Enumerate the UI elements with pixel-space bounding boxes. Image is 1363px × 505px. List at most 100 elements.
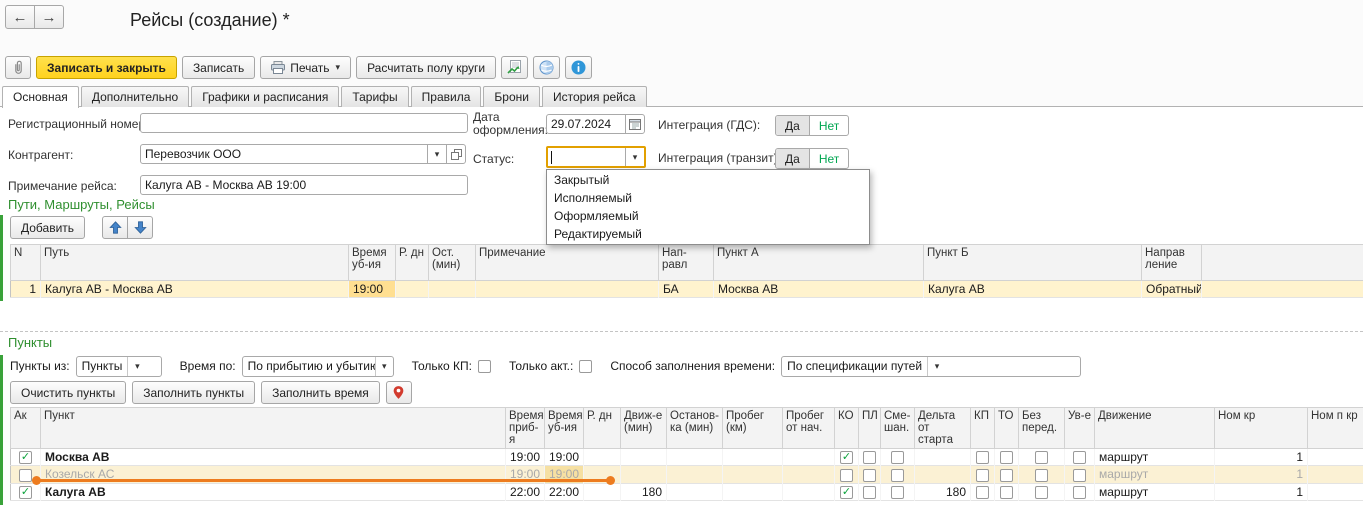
- tab-rules[interactable]: Правила: [411, 86, 482, 107]
- fill-points-button[interactable]: Заполнить пункты: [132, 381, 255, 404]
- cell-movement[interactable]: маршрут: [1095, 466, 1215, 483]
- transit-yes-button[interactable]: Да: [776, 149, 810, 168]
- cell-direction[interactable]: Обратный: [1142, 281, 1202, 298]
- back-button[interactable]: ←: [5, 5, 35, 29]
- cell-path[interactable]: Калуга АВ - Москва АВ: [41, 281, 349, 298]
- uve-checkbox[interactable]: ✓: [1073, 486, 1086, 499]
- tab-schedules[interactable]: Графики и расписания: [191, 86, 339, 107]
- status-combobox[interactable]: ▾: [546, 146, 646, 168]
- cell-point-b[interactable]: Калуга АВ: [924, 281, 1142, 298]
- cell-arrival[interactable]: 19:00: [506, 449, 545, 466]
- uve-checkbox[interactable]: ✓: [1073, 451, 1086, 464]
- map-pin-button[interactable]: [386, 381, 412, 404]
- points-table-row-moskva[interactable]: ✓ Москва АВ 19:00 19:00 ✓ ✓ ✓ ✓ ✓ ✓ ✓ ма…: [11, 449, 1363, 466]
- add-row-button[interactable]: Добавить: [10, 216, 85, 239]
- ko-checkbox[interactable]: ✓: [840, 486, 853, 499]
- cell-departure[interactable]: 19:00: [545, 449, 584, 466]
- cell-delta[interactable]: 180: [915, 483, 971, 500]
- status-option-editing[interactable]: Редактируемый: [547, 225, 869, 243]
- fill-time-button[interactable]: Заполнить время: [261, 381, 380, 404]
- cell-nom-p-kr[interactable]: [1308, 483, 1363, 500]
- print-button[interactable]: Печать ▾: [260, 56, 351, 79]
- gds-no-button[interactable]: Нет: [810, 116, 848, 135]
- pl-checkbox[interactable]: ✓: [863, 469, 876, 482]
- cell-napravl[interactable]: БА: [659, 281, 714, 298]
- info-button[interactable]: [565, 56, 592, 79]
- points-from-select[interactable]: Пункты ▾: [76, 356, 162, 377]
- smeshan-checkbox[interactable]: ✓: [891, 486, 904, 499]
- tab-tariffs[interactable]: Тарифы: [341, 86, 408, 107]
- contractor-dropdown-button[interactable]: ▾: [427, 144, 447, 164]
- tab-trip-history[interactable]: История рейса: [542, 86, 647, 107]
- tab-bookings[interactable]: Брони: [483, 86, 540, 107]
- cell-movement[interactable]: маршрут: [1095, 449, 1215, 466]
- cell-nom-p-kr[interactable]: [1308, 449, 1363, 466]
- transit-no-button[interactable]: Нет: [810, 149, 848, 168]
- save-button[interactable]: Записать: [182, 56, 255, 79]
- cell-nom-kr[interactable]: 1: [1215, 466, 1308, 483]
- to-checkbox[interactable]: ✓: [1000, 451, 1013, 464]
- to-checkbox[interactable]: ✓: [1000, 469, 1013, 482]
- cell-num[interactable]: 1: [11, 281, 41, 298]
- globe-button[interactable]: [533, 56, 560, 79]
- paths-table-row[interactable]: 1 Калуга АВ - Москва АВ 19:00 БА Москва …: [11, 281, 1363, 298]
- cell-delta[interactable]: [915, 466, 971, 483]
- cell-work-days[interactable]: [396, 281, 429, 298]
- status-option-drafting[interactable]: Оформляемый: [547, 207, 869, 225]
- cell-point-name[interactable]: Москва АВ: [41, 449, 506, 466]
- drag-indicator-line[interactable]: [35, 479, 612, 482]
- cell-dep-time[interactable]: 19:00: [349, 281, 396, 298]
- kp-checkbox[interactable]: ✓: [976, 469, 989, 482]
- status-dropdown-button[interactable]: ▾: [625, 148, 644, 166]
- cell-move-min[interactable]: [621, 466, 667, 483]
- reg-number-input[interactable]: [140, 113, 468, 133]
- pl-checkbox[interactable]: ✓: [863, 451, 876, 464]
- cell-move-min[interactable]: [621, 449, 667, 466]
- smeshan-checkbox[interactable]: ✓: [891, 451, 904, 464]
- calendar-button[interactable]: [625, 114, 645, 134]
- points-table-row-kaluga[interactable]: ✓ Калуга АВ 22:00 22:00 180 ✓ ✓ ✓ 180 ✓ …: [11, 483, 1363, 500]
- chevron-down-icon[interactable]: ▾: [127, 357, 146, 376]
- active-checkbox[interactable]: ✓: [19, 469, 32, 482]
- only-act-checkbox[interactable]: ✓: [579, 360, 592, 373]
- cell-nom-kr[interactable]: 1: [1215, 449, 1308, 466]
- pl-checkbox[interactable]: ✓: [863, 486, 876, 499]
- only-kp-checkbox[interactable]: ✓: [478, 360, 491, 373]
- bez-pered-checkbox[interactable]: ✓: [1035, 469, 1048, 482]
- status-option-closed[interactable]: Закрытый: [547, 171, 869, 189]
- cell-note[interactable]: [476, 281, 659, 298]
- cell-stop-min[interactable]: [429, 281, 476, 298]
- forward-button[interactable]: →: [34, 5, 64, 29]
- cell-arrival[interactable]: 22:00: [506, 483, 545, 500]
- kp-checkbox[interactable]: ✓: [976, 451, 989, 464]
- cell-move-min[interactable]: 180: [621, 483, 667, 500]
- cell-departure[interactable]: 22:00: [545, 483, 584, 500]
- uve-checkbox[interactable]: ✓: [1073, 469, 1086, 482]
- smeshan-checkbox[interactable]: ✓: [891, 469, 904, 482]
- bez-pered-checkbox[interactable]: ✓: [1035, 486, 1048, 499]
- chevron-down-icon[interactable]: ▾: [375, 357, 393, 376]
- report-button[interactable]: [501, 56, 528, 79]
- time-by-select[interactable]: По прибытию и убытию ▾: [242, 356, 394, 377]
- tab-main[interactable]: Основная: [2, 86, 79, 108]
- cell-movement[interactable]: маршрут: [1095, 483, 1215, 500]
- to-checkbox[interactable]: ✓: [1000, 486, 1013, 499]
- move-up-button[interactable]: [102, 216, 128, 239]
- ko-checkbox[interactable]: ✓: [840, 469, 853, 482]
- trip-note-input[interactable]: [140, 175, 468, 195]
- bez-pered-checkbox[interactable]: ✓: [1035, 451, 1048, 464]
- cell-point-a[interactable]: Москва АВ: [714, 281, 924, 298]
- cell-delta[interactable]: [915, 449, 971, 466]
- ko-checkbox[interactable]: ✓: [840, 451, 853, 464]
- active-checkbox[interactable]: ✓: [19, 486, 32, 499]
- date-input[interactable]: [546, 114, 626, 134]
- calc-semicircles-button[interactable]: Расчитать полу круги: [356, 56, 496, 79]
- attachments-button[interactable]: [5, 56, 31, 79]
- clear-points-button[interactable]: Очистить пункты: [10, 381, 126, 404]
- gds-yes-button[interactable]: Да: [776, 116, 810, 135]
- fill-method-select[interactable]: По спецификации путей ▾: [781, 356, 1081, 377]
- chevron-down-icon[interactable]: ▾: [927, 357, 946, 376]
- save-close-button[interactable]: Записать и закрыть: [36, 56, 177, 79]
- tab-additional[interactable]: Дополнительно: [81, 86, 189, 107]
- move-down-button[interactable]: [127, 216, 153, 239]
